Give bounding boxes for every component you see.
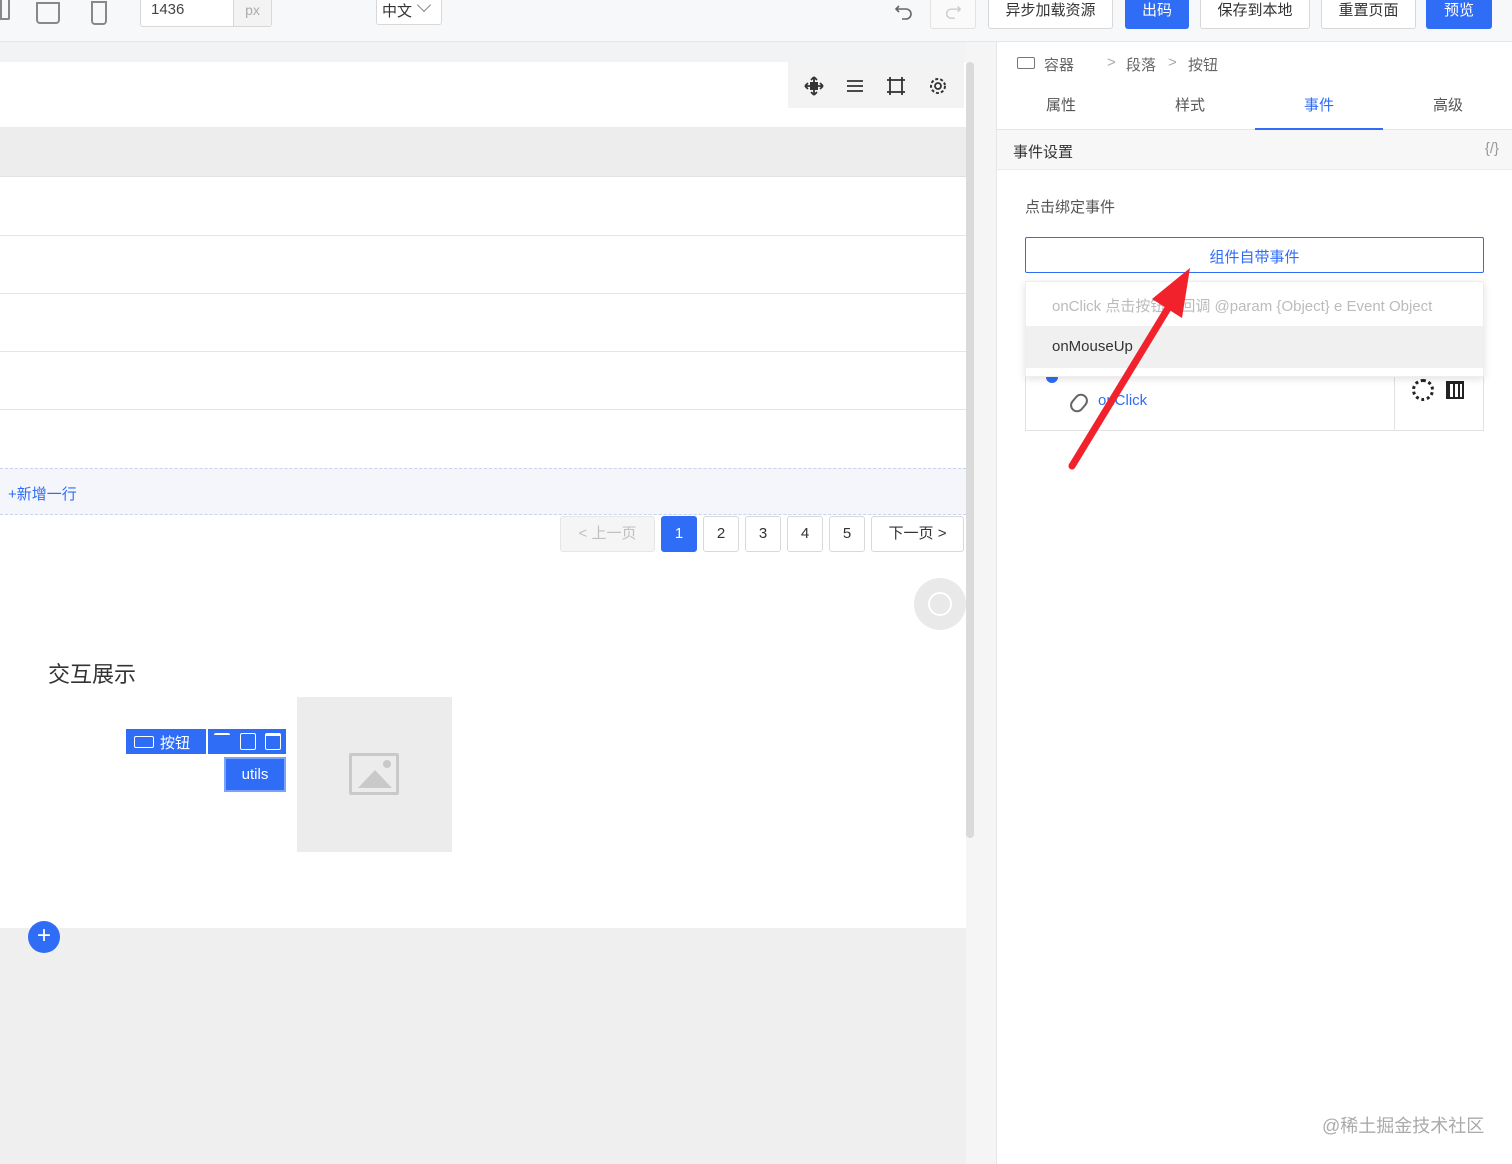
utils-button[interactable]: utils <box>224 757 286 792</box>
event-settings-header: 事件设置 {/} <box>997 130 1512 170</box>
language-value: 中文 <box>382 3 413 20</box>
option-label: onClick 点击按钮的回调 @param {Object} e Event … <box>1052 298 1433 315</box>
add-row-bar[interactable]: +新增一行 <box>0 468 966 515</box>
canvas-empty-area <box>0 928 966 1164</box>
watermark: @稀土掘金技术社区 <box>1322 1116 1485 1136</box>
export-code-button[interactable]: 出码 <box>1125 0 1189 29</box>
pagination-page-3[interactable]: 3 <box>745 516 781 552</box>
prev-label: 上一页 <box>591 525 637 542</box>
pagination-page-2[interactable]: 2 <box>703 516 739 552</box>
breadcrumb-item-button[interactable]: 按钮 <box>1188 54 1218 75</box>
undo-icon[interactable] <box>893 0 915 22</box>
breadcrumb-item-paragraph[interactable]: 段落 <box>1126 54 1156 75</box>
panel-tabs: 属性 样式 事件 高级 <box>997 86 1512 130</box>
event-dropdown: onClick 点击按钮的回调 @param {Object} e Event … <box>1025 281 1484 377</box>
reset-page-button[interactable]: 重置页面 <box>1321 0 1416 29</box>
canvas-width-unit: px <box>233 0 271 26</box>
chevron-left-icon: < <box>578 525 588 542</box>
tab-events[interactable]: 事件 <box>1255 86 1383 130</box>
image-icon-mountain <box>358 770 392 788</box>
option-label: onMouseUp <box>1052 338 1133 355</box>
dropdown-option-onclick[interactable]: onClick 点击按钮的回调 @param {Object} e Event … <box>1026 282 1483 326</box>
settings-gear-icon[interactable] <box>927 75 949 97</box>
image-icon-sun <box>383 760 391 768</box>
plus-icon: + <box>36 922 51 949</box>
table-row-divider <box>0 351 966 352</box>
table-header-row <box>0 127 966 177</box>
language-select[interactable]: 中文 <box>376 0 442 25</box>
event-settings-title: 事件设置 <box>1013 144 1074 161</box>
code-toggle-icon[interactable]: {/} <box>1485 140 1499 157</box>
async-load-resources-button[interactable]: 异步加载资源 <box>988 0 1113 29</box>
phone-device-icon[interactable] <box>91 1 107 25</box>
pagination-next-button[interactable]: 下一页 > <box>871 516 964 552</box>
event-status-dot <box>1046 377 1058 383</box>
list-layout-icon[interactable] <box>844 75 866 97</box>
table-row-divider <box>0 409 966 410</box>
resize-icon[interactable] <box>885 75 907 97</box>
event-select[interactable]: 组件自带事件 <box>1025 237 1484 273</box>
smile-float-button[interactable] <box>914 578 966 630</box>
button-component-icon <box>134 736 154 748</box>
event-delete-icon[interactable] <box>1446 381 1464 399</box>
add-component-button[interactable]: + <box>28 921 60 953</box>
move-icon[interactable] <box>803 75 825 97</box>
tab-advanced[interactable]: 高级 <box>1384 86 1512 130</box>
pagination-page-1[interactable]: 1 <box>661 516 697 552</box>
delete-icon[interactable] <box>265 733 281 750</box>
pagination-page-4[interactable]: 4 <box>787 516 823 552</box>
chevron-right-icon: > <box>937 525 947 542</box>
dropdown-option-onmouseup[interactable]: onMouseUp <box>1026 326 1483 368</box>
pagination-page-5[interactable]: 5 <box>829 516 865 552</box>
breadcrumb-separator: > <box>1168 54 1177 71</box>
section-title: 交互展示 <box>48 662 137 687</box>
paperclip-icon <box>1067 390 1091 416</box>
desktop-device-icon[interactable] <box>0 0 10 20</box>
redo-icon <box>945 5 962 19</box>
bind-event-label: 点击绑定事件 <box>1025 199 1116 216</box>
table-row-divider <box>0 293 966 294</box>
event-settings-icon[interactable] <box>1412 379 1434 401</box>
event-select-value: 组件自带事件 <box>1209 249 1300 266</box>
pagination-prev-button[interactable]: < 上一页 <box>560 516 655 552</box>
table-row-divider <box>0 235 966 236</box>
breadcrumb-item-container[interactable]: 容器 <box>1044 54 1074 75</box>
top-toolbar: 1436 px 中文 异步加载资源 出码 保存到本地 重置页面 预览 <box>0 0 1512 42</box>
save-local-button[interactable]: 保存到本地 <box>1200 0 1310 29</box>
selected-component-label: 按钮 <box>160 735 191 752</box>
next-label: 下一页 <box>888 525 934 542</box>
chevron-down-icon <box>416 0 432 13</box>
selected-component-tag[interactable]: 按钮 <box>126 729 206 754</box>
bound-event-item: onClick <box>1025 377 1484 431</box>
settings-panel: 容器 > 段落 > 按钮 属性 样式 事件 高级 事件设置 {/} 点击绑定事件… <box>996 42 1512 1164</box>
selected-component-actions <box>208 729 286 754</box>
bound-event-link[interactable]: onClick <box>1098 392 1147 409</box>
breadcrumb-separator: > <box>1107 54 1116 71</box>
image-icon <box>349 753 399 795</box>
image-placeholder[interactable] <box>297 697 452 852</box>
canvas-width-value[interactable]: 1436 <box>151 1 184 18</box>
canvas-scrollbar[interactable] <box>966 62 974 838</box>
divider <box>1394 377 1395 431</box>
tab-styles[interactable]: 样式 <box>1126 86 1254 130</box>
redo-button[interactable] <box>930 0 976 29</box>
canvas-tools <box>788 62 964 108</box>
tab-properties[interactable]: 属性 <box>997 86 1125 130</box>
smile-icon <box>928 592 952 616</box>
move-up-icon[interactable] <box>214 733 230 750</box>
add-row-label[interactable]: +新增一行 <box>8 483 77 504</box>
container-icon <box>1017 57 1035 69</box>
copy-icon[interactable] <box>240 733 256 750</box>
tablet-device-icon[interactable] <box>36 2 60 24</box>
canvas-width-input[interactable]: 1436 px <box>140 0 272 27</box>
preview-button[interactable]: 预览 <box>1426 0 1492 29</box>
